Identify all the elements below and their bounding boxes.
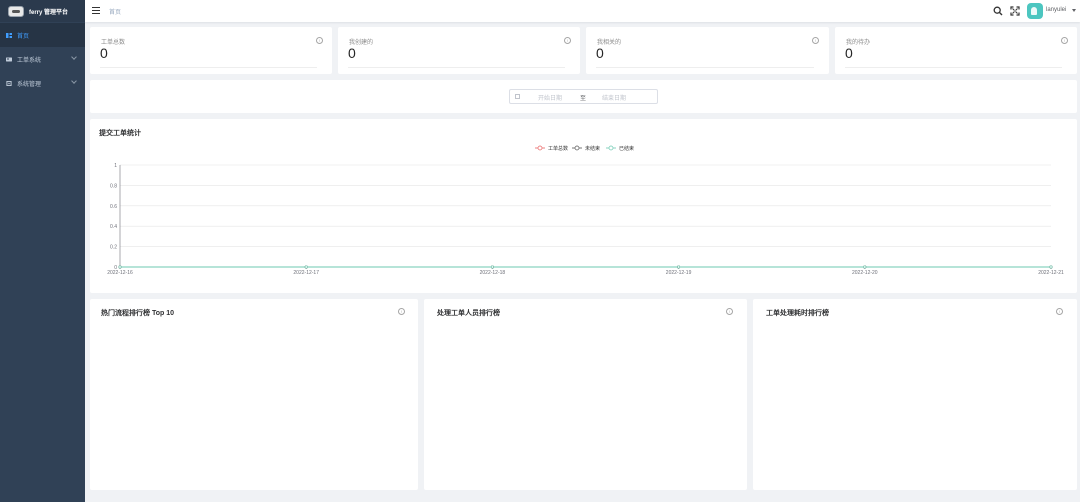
data-point: [490, 265, 494, 269]
start-date-input[interactable]: 开始日期: [538, 93, 562, 102]
stat-card-created: 我创建的 0 !: [338, 27, 580, 74]
logo[interactable]: ferry 管理平台: [0, 0, 85, 22]
y-tick-label: 0.2: [110, 245, 117, 251]
y-tick-label: 1: [114, 163, 117, 169]
x-tick-label: 2022-12-17: [293, 270, 319, 276]
line-chart: 工单总数 未结束 已结束 00.20.40.60.81 2022-12-16 2022…: [107, 145, 1064, 276]
info-icon[interactable]: !: [564, 37, 571, 44]
sidebar: ferry 管理平台 首页 工单系统 系统管理: [0, 0, 85, 502]
legend-marker: [608, 145, 614, 151]
app-title: ferry 管理平台: [29, 9, 69, 16]
divider: [348, 67, 565, 68]
legend-marker: [574, 145, 580, 151]
dashboard-icon: [6, 32, 12, 38]
panel-title: 工单处理耗时排行榜: [766, 310, 829, 317]
chart-series: [118, 265, 1053, 269]
divider: [596, 67, 814, 68]
breadcrumb[interactable]: 首页: [109, 7, 121, 16]
info-icon[interactable]: !: [398, 308, 405, 315]
divider: [100, 67, 317, 68]
chart-grid: [119, 164, 1051, 268]
sidebar-item-home[interactable]: 首页: [0, 23, 85, 47]
sidebar-item-label: 系统管理: [17, 81, 42, 88]
panel-title: 热门流程排行榜 Top 10: [101, 310, 174, 317]
info-icon[interactable]: !: [1056, 308, 1063, 315]
data-point: [304, 265, 308, 269]
calendar-icon: [515, 94, 520, 99]
info-icon[interactable]: !: [726, 308, 733, 315]
ranking-panel-duration: 工单处理耗时排行榜 !: [753, 299, 1077, 490]
legend-marker: [537, 145, 543, 151]
hamburger-icon[interactable]: [92, 7, 100, 14]
chevron-down-icon: [71, 54, 77, 60]
ticket-icon: [6, 57, 12, 61]
panel-title: 处理工单人员排行榜: [437, 310, 500, 317]
data-point: [1049, 265, 1053, 269]
x-tick-label: 2022-12-19: [666, 270, 692, 276]
sidebar-item-system[interactable]: 系统管理: [0, 71, 85, 95]
stat-value: 0: [845, 45, 853, 61]
sidebar-item-label: 工单系统: [17, 57, 42, 64]
info-icon[interactable]: !: [316, 37, 323, 44]
date-range-picker[interactable]: 开始日期 至 结束日期: [509, 89, 658, 104]
stat-card-todo: 我的待办 0 !: [835, 27, 1077, 74]
ranking-panel-handlers: 处理工单人员排行榜 !: [424, 299, 747, 490]
info-icon[interactable]: !: [1061, 37, 1068, 44]
x-tick-label: 2022-12-20: [852, 270, 878, 276]
info-icon[interactable]: !: [812, 37, 819, 44]
y-tick-label: 0.6: [110, 204, 117, 210]
ranking-panel-flows: 热门流程排行榜 Top 10 !: [90, 299, 418, 490]
legend-label: 工单总数: [548, 145, 568, 152]
avatar[interactable]: [1027, 3, 1043, 19]
x-tick-label: 2022-12-21: [1038, 270, 1064, 276]
data-point: [677, 265, 681, 269]
stat-value: 0: [100, 45, 108, 61]
y-tick-label: 0.8: [110, 183, 117, 189]
settings-icon: [6, 80, 12, 86]
x-tick-label: 2022-12-16: [107, 270, 133, 276]
y-axis: 00.20.40.60.81: [110, 163, 117, 271]
divider: [845, 67, 1062, 68]
fullscreen-icon[interactable]: [1010, 6, 1020, 16]
chevron-down-icon: [71, 78, 77, 84]
sidebar-item-label: 首页: [17, 33, 30, 40]
stat-value: 0: [348, 45, 356, 61]
x-axis: 2022-12-16 2022-12-17 2022-12-18 2022-12-19…: [107, 267, 1064, 276]
data-point: [863, 265, 867, 269]
search-icon[interactable]: [993, 6, 1003, 16]
legend-label: 已结束: [619, 145, 634, 152]
stat-card-total: 工单总数 0 !: [90, 27, 332, 74]
legend-label: 未结束: [585, 145, 600, 152]
stat-card-related: 我相关的 0 !: [586, 27, 829, 74]
y-tick-label: 0.4: [110, 224, 117, 230]
data-point: [118, 265, 122, 269]
username[interactable]: lanyulei: [1046, 7, 1066, 13]
sidebar-item-tickets[interactable]: 工单系统: [0, 47, 85, 71]
stat-value: 0: [596, 45, 604, 61]
navbar: 首页 lanyulei: [85, 0, 1080, 22]
chart-legend: 工单总数 未结束 已结束: [535, 145, 634, 152]
logo-icon: [8, 5, 24, 17]
end-date-input[interactable]: 结束日期: [602, 93, 626, 102]
caret-down-icon[interactable]: [1072, 9, 1076, 12]
x-tick-label: 2022-12-18: [480, 270, 506, 276]
chart-panel: 提交工单统计 工单总数 未结束 已结束 0 0.2 0.4 0.6 0.8 1 2022-12…: [90, 119, 1077, 293]
range-separator: 至: [580, 96, 587, 102]
